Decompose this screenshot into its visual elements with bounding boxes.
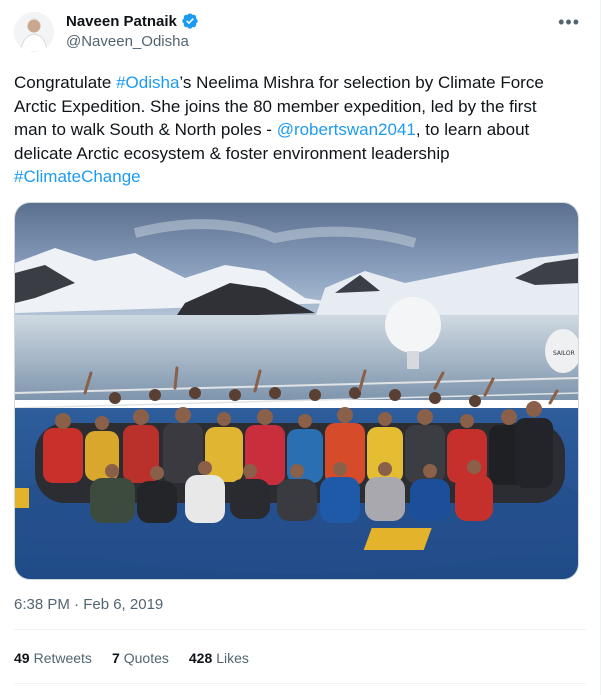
likes-label: Likes [216,650,249,666]
divider [14,683,586,684]
likes-count: 428 [188,650,213,666]
retweets-count: 49 [14,650,30,666]
retweets-stat[interactable]: 49 Retweets [14,650,92,666]
tweet-card: Naveen Patnaik @Naveen_Odisha ••• Congra… [0,0,601,695]
author-name-row: Naveen Patnaik [66,12,199,30]
hashtag-odisha-link[interactable]: #Odisha [116,73,179,92]
retweets-label: Retweets [33,650,92,666]
quotes-label: Quotes [123,650,169,666]
quotes-count: 7 [111,650,120,666]
avatar[interactable] [14,12,54,52]
tweet-text: Congratulate #Odisha’s Neelima Mishra fo… [14,71,574,189]
mention-robertswan-link[interactable]: @robertswan2041 [277,120,416,139]
author-display-name[interactable]: Naveen Patnaik [66,13,177,30]
author-handle[interactable]: @Naveen_Odisha [66,33,189,50]
verified-badge-icon [182,13,198,29]
tweet-timestamp[interactable]: 6:38 PM · Feb 6, 2019 [14,596,163,613]
divider [14,629,586,630]
expedition-group-photo: SAILOR [15,203,578,579]
quotes-stat[interactable]: 7 Quotes [112,650,169,666]
tweet-text-segment: Congratulate [14,73,117,92]
hashtag-climatechange-link[interactable]: #ClimateChange [14,167,141,186]
sailor-label: SAILOR [553,350,575,357]
avatar-image [14,12,54,52]
likes-stat[interactable]: 428 Likes [189,650,249,666]
more-options-icon[interactable]: ••• [558,12,580,33]
engagement-stats: 49 Retweets 7 Quotes 428 Likes [14,650,269,666]
tweet-photo[interactable]: SAILOR [14,202,579,580]
